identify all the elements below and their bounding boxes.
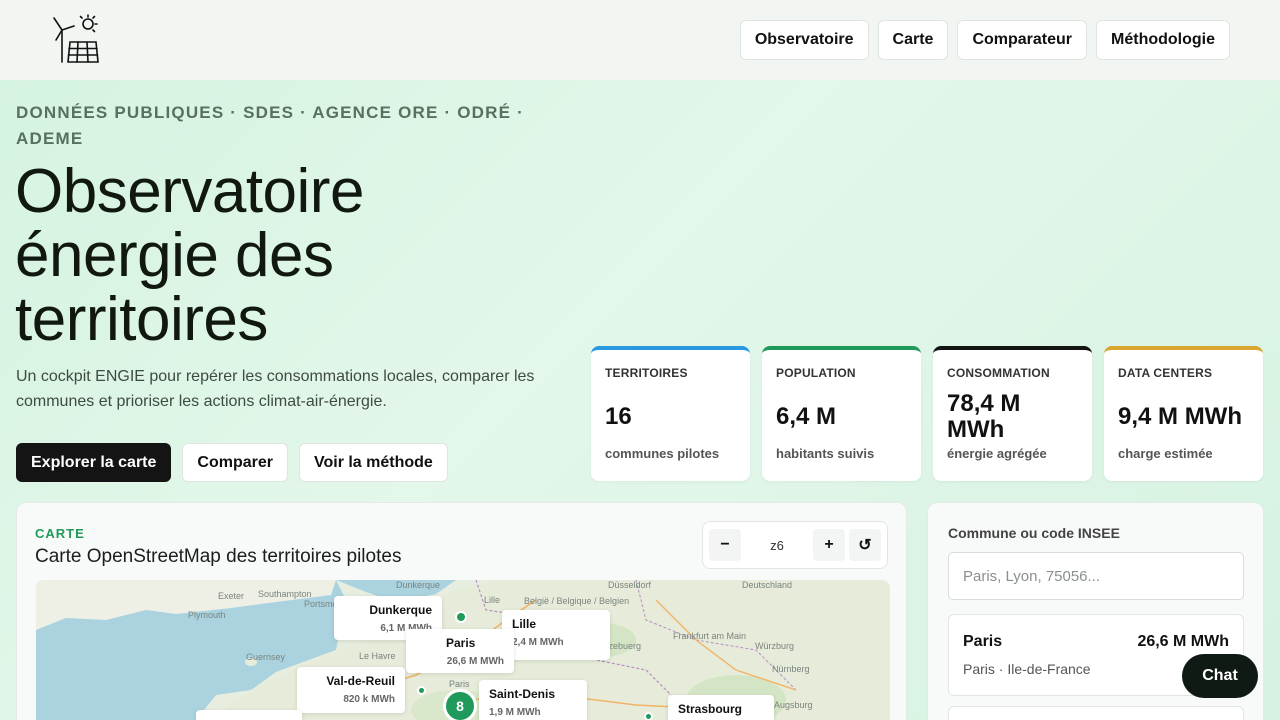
result-value: 26,6 M MWh <box>1137 633 1229 650</box>
city-name: Strasbourg <box>678 702 743 716</box>
stat-label: POPULATION <box>776 366 856 380</box>
view-method-button[interactable]: Voir la méthode <box>298 443 448 482</box>
zoom-out-button[interactable]: − <box>709 529 741 561</box>
map-place-label: Würzburg <box>755 641 795 651</box>
strasbourg-marker[interactable] <box>644 712 653 720</box>
commune-search-input[interactable] <box>948 552 1244 600</box>
city-name: Lille <box>512 617 537 631</box>
reset-view-icon[interactable]: ↺ <box>849 529 881 561</box>
map-place-label: Nürnberg <box>772 664 810 674</box>
city-value: 2,4 M MWh <box>512 637 564 648</box>
map-place-label: Guernsey <box>246 652 286 662</box>
city-value: 820 k MWh <box>343 694 395 705</box>
result-name: Paris <box>963 633 1003 650</box>
stat-value: 78,4 M MWh <box>947 390 1021 443</box>
hero-description: Un cockpit ENGIE pour repérer les consom… <box>16 368 535 410</box>
stat-card-data-centers: DATA CENTERS 9,4 M MWh charge estimée <box>1104 346 1263 481</box>
main-nav: Observatoire Carte Comparateur Méthodolo… <box>739 20 1230 60</box>
nav-observatoire[interactable]: Observatoire <box>739 20 869 60</box>
stat-card-population: POPULATION 6,4 M habitants suivis <box>762 346 921 481</box>
stat-sub: habitants suivis <box>776 446 875 461</box>
city-label-strasbourg[interactable]: Strasbourg <box>668 695 774 720</box>
result-item[interactable] <box>948 706 1244 720</box>
search-label: Commune ou code INSEE <box>948 525 1120 541</box>
map-place-label: Plymouth <box>188 610 226 620</box>
page-title: Observatoire énergie des territoires <box>15 157 364 354</box>
wind-solar-logo-icon[interactable] <box>48 14 100 66</box>
map-place-label: Exeter <box>218 591 245 601</box>
stat-label: DATA CENTERS <box>1118 366 1213 380</box>
city-value: 1,9 M MWh <box>489 707 541 718</box>
stat-sub: charge estimée <box>1118 446 1213 461</box>
city-label-lille[interactable]: Lille 2,4 M MWh <box>502 610 610 660</box>
map-place-label: Deutschland <box>742 580 793 590</box>
map-place-label: Frankfurt am Main <box>673 631 747 641</box>
stat-label: TERRITOIRES <box>605 366 688 380</box>
city-label-val-de-reuil[interactable]: Val-de-Reuil 820 k MWh <box>297 667 405 713</box>
stat-value: 6,4 M <box>776 403 837 430</box>
top-bar: Observatoire Carte Comparateur Méthodolo… <box>0 0 1280 80</box>
stat-sub: énergie agrégée <box>947 446 1047 461</box>
chat-button[interactable]: Chat <box>1182 654 1258 698</box>
city-name: Paris <box>446 636 476 650</box>
zoom-in-button[interactable]: + <box>813 529 845 561</box>
stat-card-territoires: TERRITOIRES 16 communes pilotes <box>591 346 750 481</box>
city-name: Saint-Denis <box>489 687 556 701</box>
dunkerque-marker[interactable] <box>455 611 467 623</box>
stat-sub: communes pilotes <box>605 446 720 461</box>
city-label-paris[interactable]: Paris 26,6 M MWh <box>406 629 514 673</box>
stat-card-consommation: CONSOMMATION 78,4 M MWh énergie agrégée <box>933 346 1092 481</box>
compare-button[interactable]: Comparer <box>182 443 288 482</box>
cluster-marker[interactable]: 8 <box>443 689 477 720</box>
nav-carte[interactable]: Carte <box>877 20 949 60</box>
map-place-label: Dunkerque <box>396 580 441 590</box>
nav-comparateur[interactable]: Comparateur <box>957 20 1088 60</box>
map-place-label: Paris <box>449 679 470 689</box>
map-place-label: Le Havre <box>359 651 396 661</box>
map-title: Carte OpenStreetMap des territoires pilo… <box>35 546 402 567</box>
zoom-level: z6 <box>770 537 784 553</box>
map-place-label: Düsseldorf <box>608 580 652 590</box>
stat-value: 16 <box>605 403 632 430</box>
map-place-label: Augsburg <box>774 700 813 710</box>
city-name: Dunkerque <box>369 603 432 617</box>
city-label[interactable] <box>196 710 302 720</box>
map-place-label: België / Belgique / Belgien <box>524 596 630 606</box>
city-value: 26,6 M MWh <box>446 656 504 667</box>
nav-methodologie[interactable]: Méthodologie <box>1096 20 1230 60</box>
data-sources-eyebrow: DONNÉES PUBLIQUES · SDES · AGENCE ORE · … <box>16 103 524 148</box>
map-place-label: Southampton <box>258 589 312 599</box>
stat-value: 9,4 M MWh <box>1118 403 1242 430</box>
map-canvas[interactable]: Dunkerque Düsseldorf Exeter Southampton … <box>36 580 890 720</box>
hero-actions: Explorer la carte Comparer Voir la métho… <box>16 443 448 482</box>
map-kicker: CARTE <box>35 526 85 541</box>
explore-map-button[interactable]: Explorer la carte <box>16 443 172 482</box>
city-label-saint-denis[interactable]: Saint-Denis 1,9 M MWh <box>479 680 587 720</box>
city-name: Val-de-Reuil <box>326 674 395 688</box>
stat-label: CONSOMMATION <box>947 366 1050 380</box>
map-place-label: Lille <box>484 595 501 605</box>
zoom-controls: − z6 + ↺ <box>702 521 888 569</box>
val-de-reuil-marker[interactable] <box>417 686 426 695</box>
map-card: CARTE Carte OpenStreetMap des territoire… <box>16 502 907 720</box>
